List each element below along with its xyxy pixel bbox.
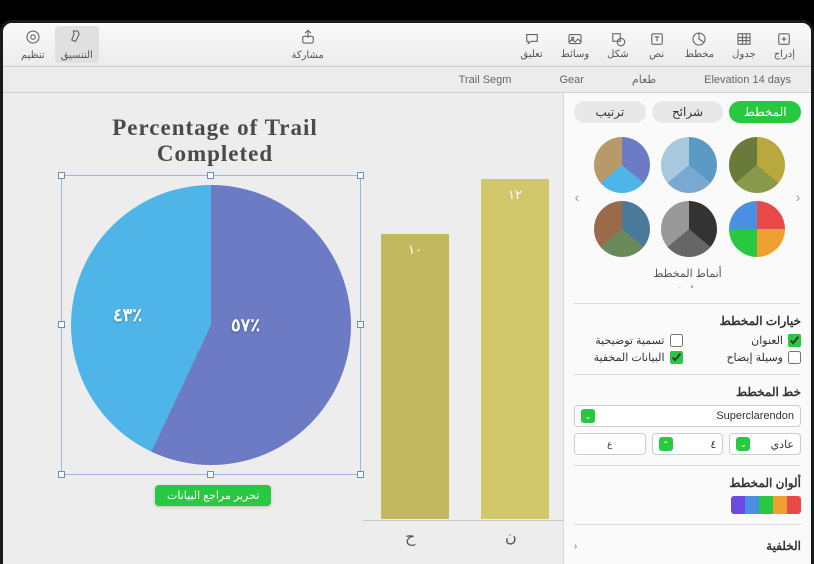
- font-family-value: Superclarendon: [716, 410, 794, 422]
- comment-button[interactable]: تعليق: [516, 28, 546, 62]
- organize-button[interactable]: تنظيم: [15, 26, 51, 63]
- insert-label: إدراج: [774, 49, 795, 60]
- resize-handle[interactable]: [58, 321, 65, 328]
- chart-label: مخطط: [685, 49, 715, 60]
- app-window: إدراج جدول مخطط نص شكل وسائط تعليق: [0, 20, 814, 564]
- chart-style-thumb[interactable]: [594, 201, 650, 257]
- chart-button[interactable]: مخطط: [681, 28, 719, 62]
- bar: ١٢: [481, 179, 549, 519]
- bar-value-label: ١٢: [508, 187, 522, 203]
- option-caption[interactable]: تسمية توضيحية: [574, 334, 683, 347]
- tab-chart[interactable]: المخطط: [729, 101, 801, 123]
- bar-category-label: ح: [405, 527, 415, 547]
- chart-colors-heading: ألوان المخطط: [729, 476, 801, 490]
- bar-chart[interactable]: ١٠ ١٢ ح ن: [363, 145, 563, 555]
- font-size-stepper[interactable]: ٤ ⌃: [652, 433, 724, 455]
- dropdown-arrow-icon: ⌄: [581, 409, 595, 423]
- checkbox[interactable]: [788, 351, 801, 364]
- color-palette-button[interactable]: [731, 496, 801, 514]
- sheet-tab[interactable]: Trail Segm: [451, 72, 520, 88]
- media-label: وسائط: [561, 49, 590, 60]
- background-disclosure[interactable]: الخلفية ‹: [574, 535, 801, 557]
- bar-axis: [363, 520, 563, 521]
- chart-font-heading: خط المخطط: [574, 385, 801, 399]
- dropdown-arrow-icon: ⌄: [736, 437, 750, 451]
- shape-label: شكل: [607, 49, 628, 60]
- pie-slice-label: ٥٧٪: [231, 315, 260, 336]
- chart-style-thumb[interactable]: [594, 137, 650, 193]
- main-toolbar: إدراج جدول مخطط نص شكل وسائط تعليق: [3, 23, 811, 67]
- chart-style-thumb[interactable]: [661, 201, 717, 257]
- tab-slices[interactable]: شرائح: [652, 101, 724, 123]
- resize-handle[interactable]: [207, 172, 214, 179]
- background-label: الخلفية: [766, 539, 801, 553]
- bar: ١٠: [381, 234, 449, 519]
- bar-value-label: ١٠: [408, 242, 422, 258]
- chart-style-thumb[interactable]: [729, 137, 785, 193]
- resize-handle[interactable]: [58, 172, 65, 179]
- sheet-tab[interactable]: Gear: [551, 72, 591, 88]
- comment-label: تعليق: [520, 49, 542, 60]
- chart-styles-grid: [574, 133, 801, 261]
- resize-handle[interactable]: [58, 471, 65, 478]
- format-inspector: المخطط شرائح ترتيب ‹ › أنماط المخطط • ·: [563, 93, 811, 564]
- pie-slice-label: ٤٣٪: [113, 305, 142, 326]
- stepper-arrows-icon: ⌃: [659, 437, 673, 451]
- share-label: مشاركة: [291, 50, 323, 61]
- checkbox[interactable]: [788, 334, 801, 347]
- checkbox[interactable]: [670, 351, 683, 364]
- organize-label: تنظيم: [21, 50, 45, 61]
- styles-pager-dots[interactable]: • ·: [574, 282, 801, 293]
- text-button[interactable]: نص: [643, 28, 671, 62]
- canvas-area[interactable]: Percentage of Trail Completed ٥٧٪ ٤٣٪ تح…: [3, 93, 563, 564]
- chart-style-thumb[interactable]: [661, 137, 717, 193]
- resize-handle[interactable]: [207, 471, 214, 478]
- table-button[interactable]: جدول: [728, 28, 760, 62]
- table-label: جدول: [732, 49, 756, 60]
- edit-data-button[interactable]: تحرير مراجع البيانات: [155, 485, 271, 506]
- option-legend[interactable]: وسيلة إيضاح: [693, 351, 802, 364]
- tab-arrange[interactable]: ترتيب: [574, 101, 646, 123]
- shape-button[interactable]: شكل: [603, 28, 632, 62]
- inspector-tabs: المخطط شرائح ترتيب: [574, 101, 801, 123]
- font-weight-select[interactable]: عادي ⌄: [729, 433, 801, 455]
- styles-caption: أنماط المخطط: [574, 267, 801, 280]
- font-family-select[interactable]: Superclarendon ⌄: [574, 405, 801, 427]
- font-size-stepper-alt[interactable]: ع: [574, 433, 646, 455]
- format-label: التنسيق: [61, 50, 93, 61]
- chart-title[interactable]: Percentage of Trail Completed: [75, 115, 355, 168]
- media-button[interactable]: وسائط: [557, 28, 594, 62]
- checkbox[interactable]: [670, 334, 683, 347]
- chart-style-thumb[interactable]: [729, 201, 785, 257]
- stepper-label: ع: [607, 439, 612, 450]
- sheet-tabs-bar: Trail Segm Gear طعام Elevation 14 days: [3, 67, 811, 93]
- sheet-tab[interactable]: Elevation 14 days: [696, 72, 799, 88]
- chevron-left-icon: ‹: [574, 541, 577, 552]
- insert-button[interactable]: إدراج: [770, 28, 799, 62]
- pie-chart[interactable]: ٥٧٪ ٤٣٪: [71, 185, 351, 465]
- sheet-tab[interactable]: طعام: [624, 71, 664, 88]
- chart-options-heading: خيارات المخطط: [574, 314, 801, 328]
- font-weight-value: عادي: [771, 438, 794, 451]
- text-label: نص: [649, 49, 664, 60]
- font-size-value: ٤: [710, 438, 716, 451]
- bar-category-label: ن: [505, 527, 517, 547]
- share-button[interactable]: مشاركة: [291, 28, 323, 61]
- format-button[interactable]: التنسيق: [55, 26, 99, 63]
- option-title[interactable]: العنوان: [693, 334, 802, 347]
- option-hidden-data[interactable]: البيانات المخفية: [574, 351, 683, 364]
